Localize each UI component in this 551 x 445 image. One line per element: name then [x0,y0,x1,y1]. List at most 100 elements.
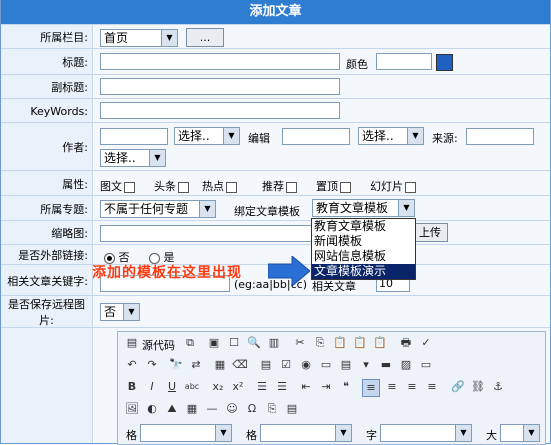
checkbox[interactable] [124,181,135,193]
redo-icon[interactable]: ↷ [144,357,160,373]
attr-item[interactable]: 头条 [154,178,189,194]
upload-button[interactable]: 上传 [412,223,448,242]
form-icon[interactable]: ▤ [258,357,274,373]
thumb-input[interactable] [100,225,314,242]
button-icon[interactable]: ▬ [378,357,394,373]
blockquote-icon[interactable]: ❝ [338,379,354,395]
subtitle-input[interactable] [100,78,340,95]
attr-item[interactable]: 幻灯片 [370,178,416,194]
font-select[interactable]: ▼ [380,424,472,442]
radio-icon[interactable]: ◉ [298,357,314,373]
rich-text-editor[interactable]: ▤ 源代码 ⧉ ▣ ☐ 🔍 ▥ ✂ ⎘ 📋 📋 📋 🖶 ✓ ↶ ↷ 🔭 ⇄ ▦ … [117,331,546,445]
keywords-input[interactable] [100,102,340,119]
align-left-icon[interactable]: ≡ [362,379,380,397]
topic-select[interactable]: 不属于任何专题 ▼ [100,200,216,218]
paste-icon[interactable]: 📋 [332,335,348,351]
checkbox-icon[interactable]: ☑ [278,357,294,373]
editor-choose-select[interactable]: 选择.. ▼ [358,127,424,145]
title-input[interactable] [100,53,340,70]
template-option-selected[interactable]: 文章模板演示 [312,264,415,279]
textfield-icon[interactable]: ▭ [318,357,334,373]
topic-label: 所属专题: [40,202,88,216]
size-select[interactable]: ▼ [500,424,540,442]
justify-icon[interactable]: ≡ [424,379,440,395]
paste-text-icon[interactable]: 📋 [352,335,368,351]
cut-icon[interactable]: ✂ [292,335,308,351]
color-picker-icon[interactable] [436,54,453,71]
save-icon[interactable]: ▣ [206,335,222,351]
superscript-icon[interactable]: x² [230,379,246,395]
external-label: 是否外部链接: [18,249,88,262]
checkbox[interactable] [405,181,416,193]
hidden-field-icon[interactable]: ▭ [418,357,434,373]
attr-item[interactable]: 推荐 [262,178,297,194]
checkbox[interactable] [226,181,237,193]
spellcheck-icon[interactable]: ✓ [418,335,434,351]
replace-icon[interactable]: ⇄ [188,357,204,373]
underline-icon[interactable]: U [164,379,180,395]
link-icon[interactable]: 🔗 [450,379,466,395]
source-input[interactable] [466,128,534,145]
checkbox[interactable] [178,181,189,193]
ordered-list-icon[interactable]: ☰ [254,379,270,395]
source-code-button[interactable]: 源代码 [142,337,175,353]
image-button-icon[interactable]: ▨ [398,357,414,373]
source-icon[interactable]: ▤ [124,335,140,351]
toolbar-row-5: 格 ▼ 格 ▼ 字 ▼ 大 ▼ [122,424,542,444]
style-select[interactable]: ▼ [260,424,352,442]
browse-button[interactable]: ... [186,28,224,47]
copy-icon[interactable]: ⧉ [182,335,198,351]
unordered-list-icon[interactable]: ☰ [274,379,290,395]
new-page-icon[interactable]: ☐ [226,335,242,351]
paste-word-icon[interactable]: 📋 [372,335,388,351]
find-icon[interactable]: 🔭 [168,357,184,373]
page-break-icon[interactable]: ⎘ [264,401,280,417]
outdent-icon[interactable]: ⇤ [298,379,314,395]
image-icon[interactable]: 🖼 [124,401,140,417]
select-all-icon[interactable]: ▦ [212,357,228,373]
media-icon[interactable]: ⛰ [164,401,180,417]
flash-icon[interactable]: ◐ [144,401,160,417]
select-icon[interactable]: ▾ [358,357,374,373]
attr-item[interactable]: 图文 [100,178,135,194]
template-icon[interactable]: ▥ [266,335,282,351]
template-option[interactable]: 教育文章模板 [312,219,415,234]
table-icon[interactable]: ▦ [184,401,200,417]
italic-icon[interactable]: I [144,379,160,395]
undo-icon[interactable]: ↶ [124,357,140,373]
checkbox[interactable] [340,181,351,193]
anchor-icon[interactable]: ⚓ [490,379,506,395]
copy-icon[interactable]: ⎘ [312,335,328,351]
insert-code-icon[interactable]: ▤ [284,401,300,417]
strikethrough-icon[interactable]: abc [184,379,200,395]
editor-input[interactable] [282,128,350,145]
subscript-icon[interactable]: x₂ [210,379,226,395]
template-select[interactable]: 教育文章模板 ▼ [312,199,415,217]
smiley-icon[interactable]: ☺ [224,401,240,417]
align-center-icon[interactable]: ≡ [384,379,400,395]
template-option[interactable]: 网站信息模板 [312,249,415,264]
source-choose-select[interactable]: 选择.. ▼ [100,149,166,167]
checkbox[interactable] [286,181,297,193]
author-choose-select[interactable]: 选择.. ▼ [174,127,240,145]
format-select[interactable]: ▼ [140,424,232,442]
unlink-icon[interactable]: ⛓ [470,379,486,395]
author-input[interactable] [100,128,168,145]
template-option[interactable]: 新闻模板 [312,234,415,249]
attr-item[interactable]: 热点 [202,178,237,194]
align-right-icon[interactable]: ≡ [404,379,420,395]
color-input[interactable] [376,53,432,70]
horizontal-rule-icon[interactable]: — [204,401,220,417]
attr-item[interactable]: 置顶 [316,178,351,194]
bold-icon[interactable]: B [124,379,140,395]
color-label: 颜色 [346,58,368,71]
special-char-icon[interactable]: Ω [244,401,260,417]
indent-icon[interactable]: ⇥ [318,379,334,395]
preview-icon[interactable]: 🔍 [246,335,262,351]
save-remote-select[interactable]: 否 ▼ [100,303,140,321]
print-icon[interactable]: 🖶 [398,335,414,351]
source-label: 来源: [432,132,458,145]
textarea-icon[interactable]: ▤ [338,357,354,373]
remove-format-icon[interactable]: ⌫ [232,357,248,373]
category-select[interactable]: 首页 ▼ [100,29,178,47]
